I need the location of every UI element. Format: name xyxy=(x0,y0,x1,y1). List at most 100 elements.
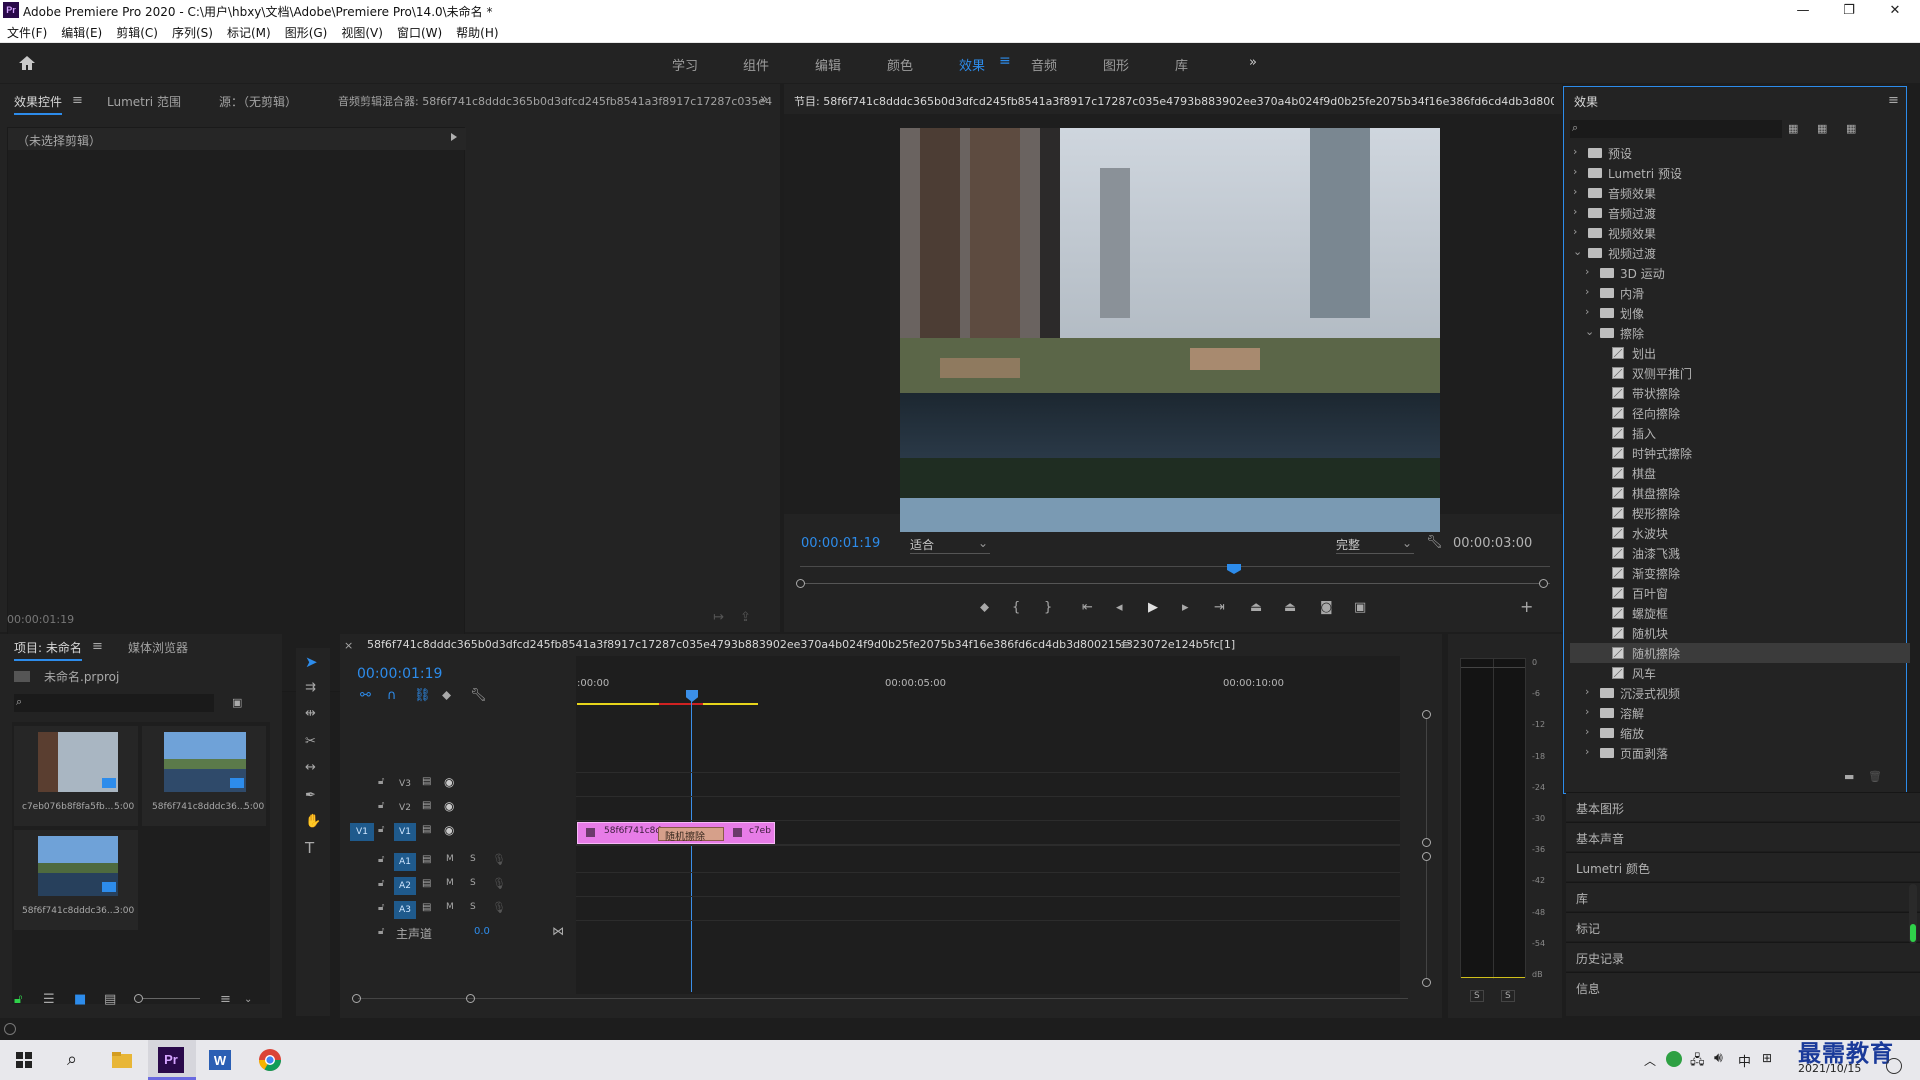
compare-view-icon[interactable]: ▣ xyxy=(1354,600,1366,616)
find-bin-icon[interactable]: ▣ xyxy=(232,695,242,711)
track-lock-icon[interactable]: 🔓︎ xyxy=(378,800,384,811)
sync-lock-icon[interactable]: ▤ xyxy=(422,800,431,811)
video-scroll-bottom-handle[interactable] xyxy=(1422,838,1431,847)
effects-tree-folder[interactable]: › 缩放 xyxy=(1570,723,1910,743)
selection-tool-icon[interactable]: ➤ xyxy=(305,654,318,670)
side-panel-libraries[interactable]: 库 xyxy=(1566,882,1920,911)
chevron-right-icon[interactable]: › xyxy=(1573,185,1583,198)
ime-indicator[interactable]: 中 xyxy=(1738,1051,1751,1070)
chevron-down-icon[interactable]: ⌄ xyxy=(244,992,252,1008)
panel-menu-icon[interactable]: ≡ xyxy=(72,93,83,109)
workspace-menu-icon[interactable]: ≡ xyxy=(999,53,1011,69)
solo-button[interactable]: S xyxy=(470,902,476,912)
track-lock-icon[interactable]: 🔓︎ xyxy=(378,776,384,787)
program-monitor-title[interactable]: 节目: 58f6f741c8dddc365b0d3dfcd245fb8541a3… xyxy=(794,93,1554,109)
menu-edit[interactable]: 编辑(E) xyxy=(61,24,102,41)
effects-tree-folder[interactable]: › 预设 xyxy=(1570,143,1910,163)
pen-tool-icon[interactable]: ✒ xyxy=(305,788,316,804)
side-panel-essential-sound[interactable]: 基本声音 xyxy=(1566,822,1920,851)
side-panel-essential-graphics[interactable]: 基本图形 xyxy=(1566,792,1920,821)
yuv-effects-icon[interactable]: ▦ xyxy=(1846,121,1856,137)
timeline-playhead-line[interactable] xyxy=(691,700,692,992)
workspace-tab-effects[interactable]: 效果 xyxy=(959,55,985,74)
menu-help[interactable]: 帮助(H) xyxy=(456,24,498,41)
effects-tree-effect[interactable]: 油漆飞溅 xyxy=(1570,543,1910,563)
sync-lock-icon[interactable]: ▤ xyxy=(422,824,431,835)
accelerated-effects-icon[interactable]: ▦ xyxy=(1788,121,1798,137)
workspace-tab-audio[interactable]: 音频 xyxy=(1031,55,1057,74)
effects-tree-folder[interactable]: › 3D 运动 xyxy=(1570,263,1910,283)
file-explorer-icon[interactable] xyxy=(108,1046,136,1074)
project-search-input[interactable]: ⌕ xyxy=(14,694,214,712)
type-tool-icon[interactable]: T xyxy=(305,840,314,856)
maximize-button[interactable]: ❐ xyxy=(1826,0,1872,21)
mute-button[interactable]: M xyxy=(446,878,454,888)
list-view-icon[interactable]: ☰ xyxy=(43,992,55,1008)
track-name[interactable]: V3 xyxy=(394,775,416,793)
lock-icon[interactable]: 🔓︎ xyxy=(14,992,22,1008)
tab-media-browser[interactable]: 媒体浏览器 xyxy=(128,639,188,656)
effects-tree-effect[interactable]: 随机擦除 xyxy=(1570,643,1910,663)
side-panels-scrollbar[interactable] xyxy=(1909,884,1917,944)
track-lock-icon[interactable]: 🔓︎ xyxy=(378,926,384,937)
nest-icon[interactable]: ⚯ xyxy=(360,688,371,704)
step-forward-icon[interactable]: ▸ xyxy=(1182,600,1189,616)
eye-icon[interactable]: ◉ xyxy=(444,823,454,837)
effects-tree-effect[interactable]: 划出 xyxy=(1570,343,1910,363)
workspace-tab-editing[interactable]: 编辑 xyxy=(815,55,841,74)
chevron-right-icon[interactable]: › xyxy=(1573,165,1583,178)
sync-lock-icon[interactable]: ▤ xyxy=(422,854,431,865)
chevron-right-icon[interactable]: › xyxy=(1573,145,1583,158)
linked-selection-icon[interactable]: ⛓ xyxy=(414,688,431,704)
effects-tree-folder[interactable]: › 视频效果 xyxy=(1570,223,1910,243)
effects-search-input[interactable]: ⌕ xyxy=(1570,120,1782,138)
timeline-timecode[interactable]: 00:00:01:19 xyxy=(357,666,442,682)
mute-button[interactable]: M xyxy=(446,854,454,864)
sync-lock-icon[interactable]: ▤ xyxy=(422,902,431,913)
effects-tree-effect[interactable]: 棋盘擦除 xyxy=(1570,483,1910,503)
tab-effect-controls[interactable]: 效果控件 xyxy=(14,93,63,115)
step-back-icon[interactable]: ◂ xyxy=(1116,600,1123,616)
scroll-handle-left[interactable] xyxy=(796,579,805,588)
tray-app-icon[interactable] xyxy=(1666,1051,1682,1067)
workspace-tab-libraries[interactable]: 库 xyxy=(1175,55,1188,74)
volume-icon[interactable]: 🔊︎ xyxy=(1714,1050,1723,1066)
network-icon[interactable]: 🖧︎ xyxy=(1690,1051,1705,1073)
project-item[interactable]: c7eb076b8f8fa5fb... 5:00 xyxy=(14,726,138,826)
menu-clip[interactable]: 剪辑(C) xyxy=(116,24,158,41)
solo-left-button[interactable]: S xyxy=(1470,990,1484,1002)
minimize-button[interactable]: — xyxy=(1780,0,1826,21)
track-lock-icon[interactable]: 🔓︎ xyxy=(378,854,384,865)
tab-lumetri-scopes[interactable]: Lumetri 范围 xyxy=(107,93,181,110)
workspace-tab-color[interactable]: 颜色 xyxy=(887,55,913,74)
go-to-out-icon[interactable]: ⇥ xyxy=(1214,600,1225,616)
effects-tree-folder[interactable]: › 溶解 xyxy=(1570,703,1910,723)
home-icon[interactable] xyxy=(17,54,37,72)
timeline-h-scrollbar[interactable] xyxy=(358,998,1408,999)
go-to-in-icon[interactable]: ⇤ xyxy=(1082,600,1093,616)
chevron-right-icon[interactable]: › xyxy=(1585,725,1595,738)
effects-tree-folder[interactable]: › 内滑 xyxy=(1570,283,1910,303)
slip-tool-icon[interactable]: ↔ xyxy=(305,760,316,776)
side-panel-history[interactable]: 历史记录 xyxy=(1566,942,1920,971)
expand-arrow-icon[interactable] xyxy=(451,133,457,141)
taskbar-premiere-active[interactable]: Pr xyxy=(148,1040,196,1080)
export-icon[interactable]: ↦ xyxy=(713,610,724,626)
add-button-icon[interactable]: + xyxy=(1520,599,1533,615)
track-name[interactable]: A1 xyxy=(394,853,416,871)
menu-sequence[interactable]: 序列(S) xyxy=(172,24,213,41)
chevron-right-icon[interactable]: › xyxy=(1585,705,1595,718)
effects-tree-folder[interactable]: › 沉浸式视频 xyxy=(1570,683,1910,703)
effects-tree-folder[interactable]: › Lumetri 预设 xyxy=(1570,163,1910,183)
track-name[interactable]: A2 xyxy=(394,877,416,895)
new-bin-icon[interactable]: ▬ xyxy=(1844,769,1854,785)
fit-dropdown[interactable]: 适合 ⌄ xyxy=(910,536,990,554)
solo-button[interactable]: S xyxy=(470,854,476,864)
go-to-end-icon[interactable]: ⋈ xyxy=(552,924,564,938)
effects-tree-folder[interactable]: › 划像 xyxy=(1570,303,1910,323)
tray-chevron-icon[interactable]: ︿ xyxy=(1644,1052,1656,1069)
workspace-overflow-icon[interactable]: » xyxy=(1249,55,1257,70)
effects-tree-folder[interactable]: ⌄ 擦除 xyxy=(1570,323,1910,343)
program-current-time[interactable]: 00:00:01:19 xyxy=(801,536,880,551)
tab-audio-clip-mixer[interactable]: 音频剪辑混合器: 58f6f741c8dddc365b0d3dfcd245fb8… xyxy=(338,93,772,109)
